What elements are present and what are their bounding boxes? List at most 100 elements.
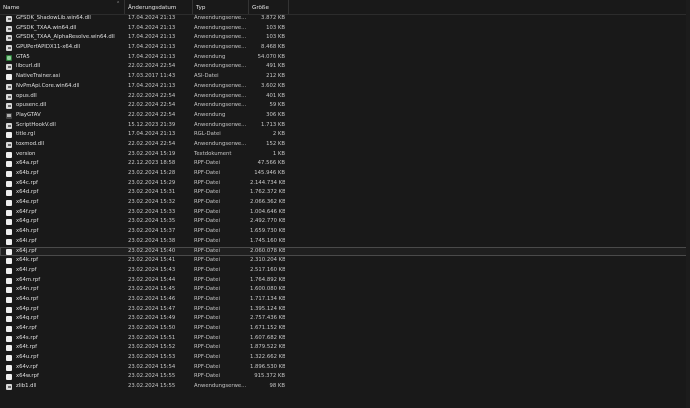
file-size: 1.600.080 KB [250,286,285,293]
file-explorer-list: Name ⌃ Änderungsdatum Typ Größe GFSDK_Sh… [0,0,690,408]
file-name: zlib1.dll [16,383,37,390]
file-type: RPF-Datei [194,266,220,273]
file-row[interactable]: x64a.rpf 22.12.2023 18:58 RPF-Datei 47.566 … [0,159,690,169]
file-date: 23.02.2024 15:47 [128,305,176,312]
file-icon [6,345,12,352]
file-row[interactable]: x64n.rpf 23.02.2024 15:45 RPF-Datei 1.600.0… [0,285,690,295]
column-header-name-label: Name [3,5,20,11]
file-row[interactable]: x64r.rpf 23.02.2024 15:50 RPF-Datei 1.671.1… [0,324,690,334]
file-name: ScriptHookV.dll [16,121,56,128]
file-name: opusenc.dll [16,102,47,109]
file-size: 2 KB [272,131,285,138]
file-name: GFSDK_TXAA_AlphaResolve.win64.dll [16,34,115,41]
file-size: 2.517.160 KB [250,266,285,273]
file-name: x64b.rpf [16,170,39,176]
file-date: 23.02.2024 15:43 [128,266,176,273]
file-size: 59 KB [269,102,285,109]
file-row[interactable]: NvPmApi.Core.win64.dll 17.04.2024 21:13 An… [0,82,690,92]
file-size: 1.659.730 KB [250,228,285,235]
file-row[interactable]: version 23.02.2024 15:19 Textdokument 1 KB [0,150,690,160]
file-row[interactable]: libcurl.dll 22.02.2024 22:54 Anwendungserw… [0,62,690,72]
file-type: Textdokument [194,150,232,157]
file-date: 17.03.2017 11:43 [128,73,176,80]
file-row[interactable]: x64j.rpf 23.02.2024 15:40 RPF-Datei 2.060.0… [0,246,690,257]
file-type: Anwendungserwe... [194,44,247,51]
file-type: RPF-Datei [194,228,220,235]
file-date: 23.02.2024 15:29 [128,179,176,186]
file-type: RPF-Datei [194,295,220,302]
file-row[interactable]: GFSDK_TXAA_AlphaResolve.win64.dll 17.04.2… [0,33,690,43]
file-size: 915.372 KB [254,373,285,380]
column-header-size[interactable]: Größe [248,0,288,14]
vertical-scrollbar[interactable] [686,0,690,408]
column-header-name[interactable]: Name [0,0,124,14]
file-row[interactable]: x64q.rpf 23.02.2024 15:49 RPF-Datei 2.757.4… [0,314,690,324]
dll-icon [6,93,12,100]
file-row[interactable]: x64f.rpf 23.02.2024 15:33 RPF-Datei 1.004.6… [0,208,690,218]
file-row[interactable]: GFSDK_ShadowLib.win64.dll 17.04.2024 21:1… [0,14,690,24]
file-date: 22.02.2024 22:54 [128,63,176,70]
file-name: opus.dll [16,92,37,99]
file-type: RPF-Datei [194,199,220,206]
file-type: RPF-Datei [194,218,220,225]
file-row[interactable]: opusenc.dll 22.02.2024 22:54 Anwendungserw… [0,101,690,111]
file-row[interactable]: x64o.rpf 23.02.2024 15:46 RPF-Datei 1.717.1… [0,295,690,305]
file-icon [6,277,12,284]
column-header-type-label: Typ [196,5,206,11]
column-header-date[interactable]: Änderungsdatum [124,0,192,14]
file-row[interactable]: ScriptHookV.dll 15.12.2023 21:39 Anwendung… [0,121,690,131]
file-row[interactable]: x64t.rpf 23.02.2024 15:52 RPF-Datei 1.879.5… [0,343,690,353]
file-row[interactable]: x64c.rpf 23.02.2024 15:29 RPF-Datei 2.144.7… [0,179,690,189]
sort-up-icon: ⌃ [116,1,121,7]
file-date: 17.04.2024 21:13 [128,34,176,41]
file-date: 23.02.2024 15:19 [128,150,176,157]
column-header-type[interactable]: Typ [192,0,248,14]
file-row[interactable]: toxmod.dll 22.02.2024 22:54 Anwendungserwe… [0,140,690,150]
file-row[interactable]: PlayGTAV 22.02.2024 22:54 Anwendung 306 KB [0,111,690,121]
file-icon [6,267,12,274]
file-row[interactable]: x64d.rpf 23.02.2024 15:31 RPF-Datei 1.762.3… [0,188,690,198]
dll-icon [6,35,12,42]
file-row[interactable]: GPUPerfAPIDX11-x64.dll 17.04.2024 21:13 An… [0,43,690,53]
file-date: 17.04.2024 21:13 [128,82,176,89]
file-type: Anwendungserwe... [194,383,247,390]
file-icon [6,238,12,245]
file-row[interactable]: x64l.rpf 23.02.2024 15:43 RPF-Datei 2.517.1… [0,266,690,276]
file-row[interactable]: x64e.rpf 23.02.2024 15:32 RPF-Datei 2.066.3… [0,198,690,208]
file-size: 2.310.204 KB [250,257,285,264]
file-row[interactable]: title.rgl 17.04.2024 21:13 RGL-Datei 2 KB [0,130,690,140]
file-row[interactable]: GTA5 17.04.2024 21:13 Anwendung 54.070 KB [0,53,690,63]
dll-icon [6,25,12,32]
file-row[interactable]: x64u.rpf 23.02.2024 15:53 RPF-Datei 1.322.6… [0,353,690,363]
file-size: 1.745.160 KB [250,237,285,244]
file-row[interactable]: x64v.rpf 23.02.2024 15:54 RPF-Datei 1.896.5… [0,363,690,373]
file-row[interactable]: GFSDK_TXAA.win64.dll 17.04.2024 21:13 Anwe… [0,24,690,34]
file-type: RPF-Datei [194,170,220,176]
file-type: Anwendungserwe... [194,121,247,128]
file-row[interactable]: x64w.rpf 23.02.2024 15:55 RPF-Datei 915.372… [0,372,690,382]
file-type: RPF-Datei [194,363,220,370]
file-row[interactable]: x64s.rpf 23.02.2024 15:51 RPF-Datei 1.607.6… [0,334,690,344]
file-icon [6,364,12,371]
file-row[interactable]: x64p.rpf 23.02.2024 15:47 RPF-Datei 1.395.1… [0,305,690,315]
file-row[interactable]: x64g.rpf 23.02.2024 15:35 RPF-Datei 2.492.7… [0,217,690,227]
file-row[interactable]: x64h.rpf 23.02.2024 15:37 RPF-Datei 1.659.7… [0,227,690,237]
file-type: Anwendungserwe... [194,24,247,31]
dll-icon [6,141,12,148]
file-list: GFSDK_ShadowLib.win64.dll 17.04.2024 21:1… [0,14,690,392]
file-row[interactable]: x64m.rpf 23.02.2024 15:44 RPF-Datei 1.764.8… [0,276,690,286]
file-date: 22.12.2023 18:58 [128,160,176,167]
file-row[interactable]: x64k.rpf 23.02.2024 15:41 RPF-Datei 2.310.2… [0,256,690,266]
file-date: 23.02.2024 15:31 [128,189,176,196]
column-header-size-label: Größe [252,5,269,11]
file-date: 15.12.2023 21:39 [128,121,176,128]
file-row[interactable]: opus.dll 22.02.2024 22:54 Anwendungserwe..… [0,92,690,102]
file-date: 23.02.2024 15:33 [128,208,176,215]
file-row[interactable]: NativeTrainer.asi 17.03.2017 11:43 ASI-Dat… [0,72,690,82]
file-row[interactable]: x64b.rpf 23.02.2024 15:28 RPF-Datei 145.946… [0,169,690,179]
file-size: 1.671.152 KB [250,325,285,331]
dll-icon [6,384,12,391]
file-name: GFSDK_TXAA.win64.dll [16,24,77,31]
file-row[interactable]: x64i.rpf 23.02.2024 15:38 RPF-Datei 1.745.1… [0,237,690,247]
file-row[interactable]: zlib1.dll 23.02.2024 15:55 Anwendungserwe.… [0,382,690,392]
